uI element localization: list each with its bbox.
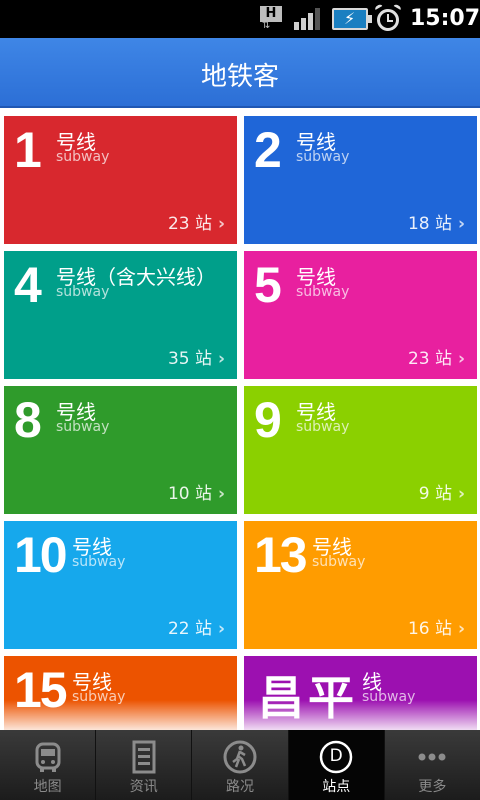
chevron-right-icon: › — [217, 484, 225, 504]
app-header: 地铁客 — [0, 38, 480, 108]
line-subtitle: subway — [312, 554, 366, 570]
status-time: 15:07 — [410, 6, 480, 31]
chevron-right-icon: › — [457, 214, 465, 234]
nav-label: 路况 — [226, 779, 254, 795]
page-title: 地铁客 — [200, 62, 279, 92]
line-subtitle: subway — [56, 419, 110, 435]
battery-charging-icon: ⚡ — [332, 8, 372, 30]
line-tile-13[interactable]: 13 号线 subway 16 站 › — [244, 521, 477, 649]
line-number: 1 — [14, 122, 42, 178]
line-tile-4[interactable]: 4 号线（含大兴线） subway 35 站 › — [4, 251, 237, 379]
station-count: 10 站 › — [167, 484, 225, 504]
alarm-clock-icon — [374, 3, 402, 31]
line-tile-2[interactable]: 2 号线 subway 18 站 › — [244, 116, 477, 244]
nav-item-traffic[interactable]: 路况 — [192, 730, 289, 800]
bus-icon — [35, 742, 61, 772]
line-tile-changping[interactable]: 昌平 线 subway — [244, 656, 477, 730]
station-count: 35 站 › — [167, 349, 225, 369]
station-count: 16 站 › — [407, 619, 465, 639]
line-number: 10 — [14, 527, 68, 583]
station-d-glyph: D — [329, 746, 343, 766]
more-dots-icon — [418, 753, 446, 761]
nav-item-stations[interactable]: D 站点 — [288, 730, 385, 800]
line-number: 4 — [14, 257, 42, 313]
signal-icon — [294, 8, 326, 30]
chevron-right-icon: › — [217, 619, 225, 639]
pedestrian-icon — [223, 740, 257, 774]
nav-item-map[interactable]: 地图 — [0, 730, 97, 800]
line-subtitle: subway — [56, 284, 110, 300]
nav-label: 更多 — [418, 779, 447, 795]
line-subtitle: subway — [56, 149, 110, 165]
line-number: 9 — [254, 392, 282, 448]
line-subtitle: subway — [362, 689, 416, 705]
nav-item-news[interactable]: 资讯 — [96, 730, 193, 800]
chevron-right-icon: › — [457, 619, 465, 639]
nav-item-more[interactable]: 更多 — [385, 730, 480, 800]
line-tile-9[interactable]: 9 号线 subway 9 站 › — [244, 386, 477, 514]
line-subtitle: subway — [296, 419, 350, 435]
line-tile-5[interactable]: 5 号线 subway 23 站 › — [244, 251, 477, 379]
subway-line-grid: 1 号线 subway 23 站 › 2 号线 subway 18 站 › 4 号线… — [0, 110, 480, 730]
network-arrows: ⇅ — [262, 20, 271, 31]
chevron-right-icon: › — [217, 349, 225, 369]
chevron-right-icon: › — [457, 484, 465, 504]
line-tile-10[interactable]: 10 号线 subway 22 站 › — [4, 521, 237, 649]
station-count: 23 站 › — [167, 214, 225, 234]
status-bar: H ⇅ ⚡ 15:07 — [0, 0, 480, 38]
bottom-nav: 地图 资讯 路况 D 站点 更多 — [0, 730, 480, 800]
nav-label: 站点 — [322, 779, 351, 795]
line-subtitle: subway — [296, 284, 350, 300]
line-tile-15[interactable]: 15 号线 subway — [4, 656, 237, 730]
nav-label: 地图 — [33, 779, 62, 795]
line-number: 8 — [14, 392, 42, 448]
station-count: 18 站 › — [407, 214, 465, 234]
line-number: 2 — [254, 122, 282, 178]
station-count: 22 站 › — [167, 619, 225, 639]
station-count: 9 站 › — [418, 484, 465, 504]
line-number: 昌平 — [258, 671, 358, 725]
line-subtitle: subway — [296, 149, 350, 165]
line-subtitle: subway — [72, 689, 126, 705]
chevron-right-icon: › — [217, 214, 225, 234]
nav-label: 资讯 — [129, 779, 158, 795]
line-number: 13 — [254, 527, 308, 583]
line-number: 5 — [254, 257, 282, 313]
news-document-icon — [132, 740, 156, 774]
chevron-right-icon: › — [457, 349, 465, 369]
line-tile-1[interactable]: 1 号线 subway 23 站 › — [4, 116, 237, 244]
line-subtitle: subway — [72, 554, 126, 570]
station-count: 23 站 › — [407, 349, 465, 369]
line-number: 15 — [14, 662, 68, 718]
line-tile-8[interactable]: 8 号线 subway 10 站 › — [4, 386, 237, 514]
network-h-icon: H ⇅ — [260, 6, 286, 31]
